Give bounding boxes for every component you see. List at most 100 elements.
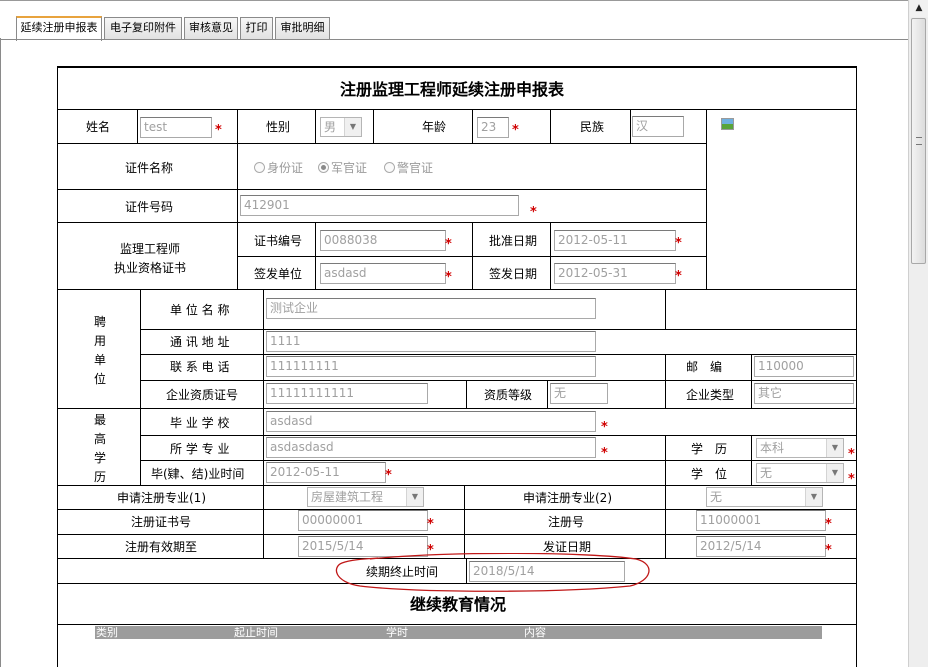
issuer-input[interactable]: asdasd bbox=[320, 263, 446, 284]
radio-police-card[interactable] bbox=[384, 162, 395, 173]
name-input[interactable]: test bbox=[140, 117, 212, 138]
cert-type-label: 证件名称 bbox=[125, 161, 174, 175]
reg-no-input[interactable]: 11000001 bbox=[696, 510, 826, 531]
tab-bar: 延续注册申报表 电子复印附件 审核意见 打印 审批明细 bbox=[0, 0, 908, 45]
photo-placeholder-icon[interactable] bbox=[721, 118, 734, 130]
phone-input[interactable]: 111111111 bbox=[266, 356, 596, 377]
edu-header-hours: 学时 bbox=[386, 626, 408, 639]
cert-no-input[interactable]: 0088038 bbox=[320, 230, 446, 251]
employer-side-char: 单 bbox=[94, 353, 107, 367]
required-mark: * bbox=[512, 123, 519, 138]
id-number-label: 证件号码 bbox=[125, 200, 174, 214]
tab-underline bbox=[0, 39, 908, 40]
issue-date-input[interactable]: 2012-05-31 bbox=[554, 263, 676, 284]
grip-icon bbox=[916, 137, 922, 145]
chevron-down-icon: ▼ bbox=[805, 488, 822, 506]
edu-header-period: 起止时间 bbox=[234, 626, 278, 639]
education-side-char: 学 bbox=[94, 451, 107, 465]
required-mark: * bbox=[385, 468, 392, 483]
postcode-label: 邮 编 bbox=[686, 360, 723, 374]
vertical-scrollbar[interactable]: ▲ bbox=[908, 0, 928, 667]
radio-id-card-label: 身份证 bbox=[267, 161, 304, 175]
degree-value: 无 bbox=[760, 466, 773, 480]
reg-major1-value: 房屋建筑工程 bbox=[311, 490, 384, 504]
form-title: 注册监理工程师延续注册申报表 bbox=[340, 80, 565, 99]
radio-military-card[interactable] bbox=[318, 162, 329, 173]
education-side-char: 历 bbox=[94, 470, 107, 484]
ethnicity-input[interactable]: 汉 bbox=[632, 116, 684, 137]
address-input[interactable]: 1111 bbox=[266, 331, 596, 352]
gender-select[interactable]: 男 ▼ bbox=[320, 117, 362, 137]
reg-issue-date-input[interactable]: 2012/5/14 bbox=[696, 536, 826, 557]
issuer-label: 签发单位 bbox=[254, 267, 303, 281]
approve-date-input[interactable]: 2012-05-11 bbox=[554, 230, 676, 251]
required-mark: * bbox=[215, 123, 222, 138]
id-number-input[interactable]: 412901 bbox=[240, 195, 519, 216]
reg-cert-no-input[interactable]: 00000001 bbox=[298, 510, 428, 531]
school-input[interactable]: asdasd bbox=[266, 411, 596, 432]
qual-cert-label-line2: 执业资格证书 bbox=[114, 261, 187, 275]
ent-type-label: 企业类型 bbox=[686, 388, 735, 402]
age-input[interactable]: 23 bbox=[477, 117, 509, 138]
chevron-down-icon: ▼ bbox=[826, 439, 843, 457]
major-input[interactable]: asdasdasd bbox=[266, 437, 596, 458]
required-mark: * bbox=[848, 472, 855, 487]
tab-approval-detail[interactable]: 审批明细 bbox=[275, 17, 330, 39]
required-mark: * bbox=[825, 517, 832, 532]
ethnicity-label: 民族 bbox=[580, 120, 605, 134]
tab-print[interactable]: 打印 bbox=[240, 17, 273, 39]
postcode-input[interactable]: 110000 bbox=[754, 356, 854, 377]
tab-renewal-form[interactable]: 延续注册申报表 bbox=[16, 16, 102, 41]
reg-major1-select[interactable]: 房屋建筑工程 ▼ bbox=[307, 487, 424, 507]
chevron-down-icon: ▼ bbox=[406, 488, 423, 506]
phone-label: 联 系 电 话 bbox=[170, 360, 230, 374]
degree-level-select[interactable]: 本科 ▼ bbox=[756, 438, 844, 458]
chevron-down-icon: ▼ bbox=[344, 118, 361, 136]
red-ellipse-annotation bbox=[335, 553, 650, 592]
cert-no-label: 证书编号 bbox=[254, 234, 303, 248]
issue-date-label: 签发日期 bbox=[489, 267, 538, 281]
scrollbar-thumb[interactable] bbox=[911, 18, 926, 264]
qual-level-label: 资质等级 bbox=[484, 388, 533, 402]
edu-header-type: 类别 bbox=[96, 626, 118, 639]
education-side-char: 最 bbox=[94, 413, 107, 427]
required-mark: * bbox=[848, 447, 855, 462]
degree-select[interactable]: 无 ▼ bbox=[756, 463, 844, 483]
required-mark: * bbox=[675, 269, 682, 284]
tab-review-opinion[interactable]: 审核意见 bbox=[184, 17, 238, 39]
tab-attachments[interactable]: 电子复印附件 bbox=[104, 17, 182, 39]
reg-major2-value: 无 bbox=[710, 490, 723, 504]
grad-time-label: 毕(肄、结)业时间 bbox=[151, 467, 245, 481]
chevron-down-icon: ▼ bbox=[826, 464, 843, 482]
qual-level-input[interactable]: 无 bbox=[550, 383, 608, 404]
employer-side-char: 用 bbox=[94, 334, 107, 348]
required-mark: * bbox=[445, 270, 452, 285]
grad-time-input[interactable]: 2012-05-11 bbox=[266, 462, 386, 483]
age-label: 年龄 bbox=[422, 120, 447, 134]
edu-table-header: 类别 起止时间 学时 内容 bbox=[95, 626, 822, 639]
scroll-up-arrow-icon[interactable]: ▲ bbox=[910, 0, 928, 17]
reg-major2-label: 申请注册专业(2) bbox=[523, 491, 612, 505]
reg-cert-no-label: 注册证书号 bbox=[131, 515, 192, 529]
reg-major1-label: 申请注册专业(1) bbox=[117, 491, 206, 505]
address-label: 通 讯 地 址 bbox=[170, 335, 230, 349]
unit-name-input[interactable]: 测试企业 bbox=[266, 298, 596, 319]
employer-side-char: 位 bbox=[94, 372, 107, 386]
ent-type-input[interactable]: 其它 bbox=[754, 383, 854, 404]
employer-side-char: 聘 bbox=[94, 315, 107, 329]
qual-cert-label-line1: 监理工程师 bbox=[120, 242, 181, 256]
gender-label: 性别 bbox=[266, 120, 291, 134]
required-mark: * bbox=[825, 543, 832, 558]
required-mark: * bbox=[601, 420, 608, 435]
major-label: 所 学 专 业 bbox=[170, 442, 230, 456]
required-mark: * bbox=[601, 446, 608, 461]
reg-no-label: 注册号 bbox=[548, 515, 585, 529]
unit-name-label: 单 位 名 称 bbox=[170, 303, 230, 317]
qual-no-label: 企业资质证号 bbox=[166, 388, 239, 402]
required-mark: * bbox=[675, 236, 682, 251]
qual-no-input[interactable]: 11111111111 bbox=[266, 383, 428, 404]
reg-major2-select[interactable]: 无 ▼ bbox=[706, 487, 823, 507]
required-mark: * bbox=[530, 205, 537, 220]
radio-id-card[interactable] bbox=[254, 162, 265, 173]
degree-level-label: 学 历 bbox=[691, 442, 728, 456]
